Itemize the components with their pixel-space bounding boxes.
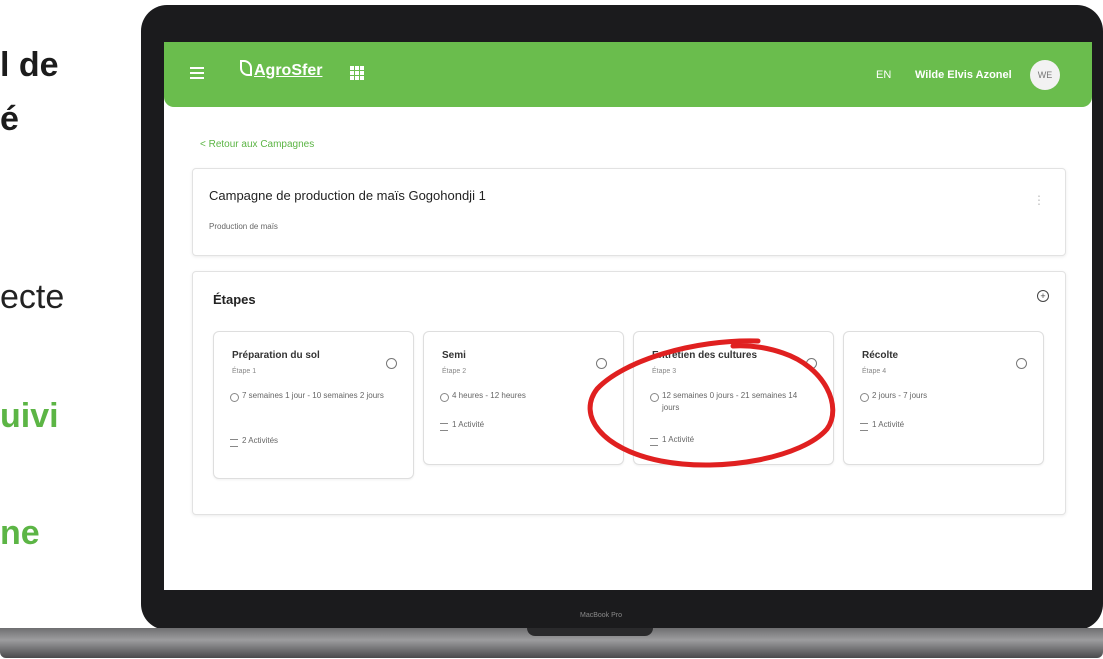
step-activities[interactable]: 1 Activité [452,420,484,429]
step-name: Préparation du sol [232,350,320,361]
step-duration: 12 semaines 0 jours - 21 semaines 14 jou… [662,391,798,412]
top-app-bar: AgroSfer EN Wilde Elvis Azonel WE [164,42,1092,107]
user-name[interactable]: Wilde Elvis Azonel [915,69,1012,81]
step-activities[interactable]: 1 Activité [872,420,904,429]
logo-text: AgroSfer [254,62,323,79]
marketing-highlight-line-2: ne [0,514,40,552]
step-activities[interactable]: 2 Activités [242,436,278,445]
marketing-heading-line-2: é [0,100,19,138]
list-icon [440,423,448,431]
step-card[interactable]: Récolte Étape 4 2 jours - 7 jours 1 Acti… [843,331,1044,465]
clock-icon [860,393,869,402]
campaign-title: Campagne de production de maïs Gogohondj… [209,188,486,203]
clock-icon [230,393,239,402]
step-name: Entretien des cultures [652,350,758,361]
language-switch[interactable]: EN [876,69,891,81]
campaign-card: Campagne de production de maïs Gogohondj… [192,168,1066,256]
app-screen: AgroSfer EN Wilde Elvis Azonel WE < Reto… [164,42,1092,590]
marketing-heading-line-1: l de [0,46,59,84]
edit-step-icon[interactable] [386,358,397,369]
step-activities[interactable]: 1 Activité [662,435,694,444]
marketing-body-line: ecte [0,278,65,316]
clock-icon [650,393,659,402]
step-name: Semi [442,350,466,361]
apps-grid-icon[interactable] [350,66,364,80]
step-name: Récolte [862,350,899,361]
step-card[interactable]: Entretien des cultures Étape 3 12 semain… [633,331,834,465]
step-card[interactable]: Semi Étape 2 4 heures - 12 heures 1 Acti… [423,331,624,465]
steps-card: Étapes + Préparation du sol Étape 1 7 se… [192,271,1066,515]
step-order: Étape 1 [232,368,257,375]
edit-step-icon[interactable] [596,358,607,369]
list-icon [230,439,238,447]
edit-step-icon[interactable] [806,358,817,369]
step-card[interactable]: Préparation du sol Étape 1 7 semaines 1 … [213,331,414,479]
clock-icon [440,393,449,402]
step-duration: 7 semaines 1 jour - 10 semaines 2 jours [242,391,384,400]
laptop-label: MacBook Pro [580,612,623,619]
step-order: Étape 3 [652,368,677,375]
list-icon [650,438,658,446]
marketing-highlight-line-1: uivi [0,397,59,435]
app-logo[interactable]: AgroSfer [240,60,322,80]
laptop-notch [527,628,653,636]
campaign-subtitle: Production de maïs [209,222,278,231]
step-duration: 4 heures - 12 heures [452,391,526,400]
edit-step-icon[interactable] [1016,358,1027,369]
back-to-campaigns-link[interactable]: < Retour aux Campagnes [200,139,314,150]
list-icon [860,423,868,431]
step-order: Étape 4 [862,368,887,375]
step-duration: 2 jours - 7 jours [872,391,928,400]
avatar[interactable]: WE [1030,60,1060,90]
more-options-icon[interactable]: ⋮ [1033,193,1045,207]
hamburger-menu-icon[interactable] [190,67,204,79]
step-order: Étape 2 [442,368,467,375]
add-step-icon[interactable]: + [1037,290,1049,302]
steps-title: Étapes [213,292,256,307]
leaf-icon [240,60,252,76]
